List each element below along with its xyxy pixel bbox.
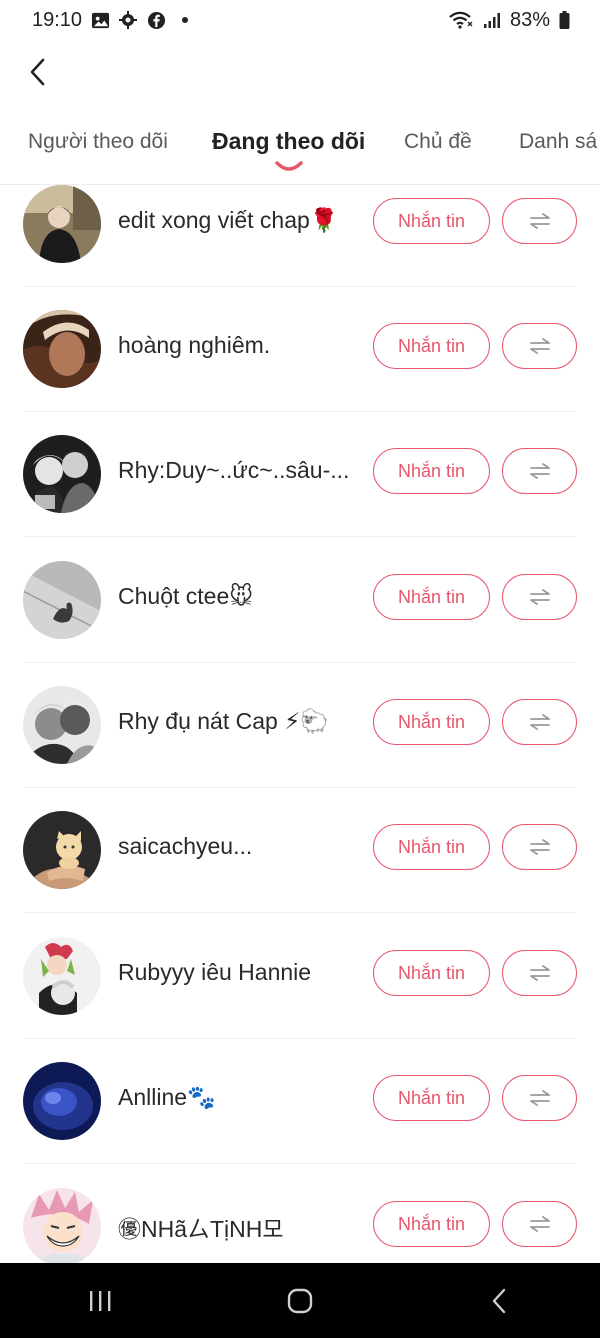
avatar[interactable] bbox=[23, 686, 101, 764]
system-nav-bar bbox=[0, 1263, 600, 1338]
home-icon bbox=[287, 1288, 313, 1313]
facebook-icon bbox=[146, 10, 166, 30]
status-bar: 19:10 83% bbox=[0, 0, 600, 40]
recents-icon bbox=[90, 1290, 111, 1311]
list-item[interactable]: ㊝NHãㄙTịNH모 Nhắn tin bbox=[0, 1164, 600, 1263]
follow-toggle-button[interactable] bbox=[502, 323, 577, 369]
user-name[interactable]: Anlline🐾 bbox=[118, 1084, 363, 1111]
message-button[interactable]: Nhắn tin bbox=[373, 950, 490, 996]
user-name[interactable]: ㊝NHãㄙTịNH모 bbox=[118, 1210, 363, 1244]
dot-icon bbox=[182, 17, 189, 23]
swap-icon bbox=[529, 463, 550, 479]
signal-icon bbox=[482, 10, 502, 30]
follow-toggle-button[interactable] bbox=[502, 448, 577, 494]
list-item[interactable]: edit xong viết chap🌹 Nhắn tin bbox=[0, 185, 600, 287]
tab-bar: Người theo dõi Đang theo dõi Chủ đề Danh… bbox=[0, 118, 600, 184]
swap-icon bbox=[529, 965, 550, 981]
list-item[interactable]: Rhy đụ nát Cap ⚡🐑 Nhắn tin bbox=[0, 662, 600, 788]
message-button[interactable]: Nhắn tin bbox=[373, 323, 490, 369]
user-name[interactable]: Rhy đụ nát Cap ⚡🐑 bbox=[118, 708, 363, 735]
message-button[interactable]: Nhắn tin bbox=[373, 699, 490, 745]
avatar[interactable] bbox=[23, 937, 101, 1015]
swap-icon bbox=[529, 839, 550, 855]
swap-icon bbox=[529, 589, 550, 605]
tab-followers[interactable]: Người theo dõi bbox=[28, 130, 168, 154]
swap-icon bbox=[529, 714, 550, 730]
status-right: 83% bbox=[448, 9, 570, 32]
swap-icon bbox=[529, 1216, 550, 1232]
list-item[interactable]: Anlline🐾 Nhắn tin bbox=[0, 1038, 600, 1164]
avatar[interactable] bbox=[23, 811, 101, 889]
avatar[interactable] bbox=[23, 561, 101, 639]
recents-button[interactable] bbox=[60, 1271, 140, 1331]
gallery-icon bbox=[90, 10, 110, 30]
follow-toggle-button[interactable] bbox=[502, 574, 577, 620]
tab-topics[interactable]: Chủ đề bbox=[404, 130, 472, 154]
back-icon bbox=[492, 1288, 506, 1313]
follow-toggle-button[interactable] bbox=[502, 950, 577, 996]
avatar[interactable] bbox=[23, 185, 101, 263]
settings-icon bbox=[118, 10, 138, 30]
message-button[interactable]: Nhắn tin bbox=[373, 198, 490, 244]
list-item[interactable]: Rubyyy iêu Hannie Nhắn tin bbox=[0, 913, 600, 1039]
list-item[interactable]: hoàng nghiêm. Nhắn tin bbox=[0, 286, 600, 412]
status-time: 19:10 bbox=[32, 8, 83, 31]
tab-active-indicator bbox=[275, 161, 303, 171]
list-item[interactable]: Chuột ctee🐭 Nhắn tin bbox=[0, 537, 600, 663]
user-name[interactable]: Chuột ctee🐭 bbox=[118, 583, 363, 610]
battery-percent: 83% bbox=[509, 8, 550, 31]
chevron-left-icon bbox=[30, 58, 45, 86]
user-name[interactable]: Rubyyy iêu Hannie bbox=[118, 959, 363, 986]
message-button[interactable]: Nhắn tin bbox=[373, 448, 490, 494]
avatar[interactable] bbox=[23, 435, 101, 513]
user-name[interactable]: hoàng nghiêm. bbox=[118, 332, 363, 359]
follow-toggle-button[interactable] bbox=[502, 699, 577, 745]
message-button[interactable]: Nhắn tin bbox=[373, 1201, 490, 1247]
swap-icon bbox=[529, 213, 550, 229]
user-name[interactable]: saicachyeu... bbox=[118, 833, 363, 860]
wifi-icon bbox=[448, 10, 474, 30]
back-button[interactable] bbox=[18, 52, 58, 92]
message-button[interactable]: Nhắn tin bbox=[373, 824, 490, 870]
message-button[interactable]: Nhắn tin bbox=[373, 574, 490, 620]
follow-toggle-button[interactable] bbox=[502, 824, 577, 870]
avatar[interactable] bbox=[23, 310, 101, 388]
follow-toggle-button[interactable] bbox=[502, 1075, 577, 1121]
avatar[interactable] bbox=[23, 1062, 101, 1140]
swap-icon bbox=[529, 1090, 550, 1106]
swap-icon bbox=[529, 338, 550, 354]
battery-icon bbox=[558, 10, 570, 30]
status-left: 19:10 bbox=[32, 8, 189, 32]
user-name[interactable]: edit xong viết chap🌹 bbox=[118, 207, 363, 234]
list-item[interactable]: saicachyeu... Nhắn tin bbox=[0, 787, 600, 913]
user-name[interactable]: Rhy:Duy~..ức~..sâu-... bbox=[118, 457, 363, 484]
tab-following[interactable]: Đang theo dõi bbox=[212, 128, 365, 155]
list-item[interactable]: Rhy:Duy~..ức~..sâu-... Nhắn tin bbox=[0, 411, 600, 537]
system-back-button[interactable] bbox=[460, 1271, 540, 1331]
avatar[interactable] bbox=[23, 1188, 101, 1263]
message-button[interactable]: Nhắn tin bbox=[373, 1075, 490, 1121]
follow-toggle-button[interactable] bbox=[502, 198, 577, 244]
following-list: edit xong viết chap🌹 Nhắn tin hoàng nghi… bbox=[0, 185, 600, 1263]
follow-toggle-button[interactable] bbox=[502, 1201, 577, 1247]
tab-lists[interactable]: Danh sá bbox=[519, 130, 597, 154]
home-button[interactable] bbox=[260, 1271, 340, 1331]
